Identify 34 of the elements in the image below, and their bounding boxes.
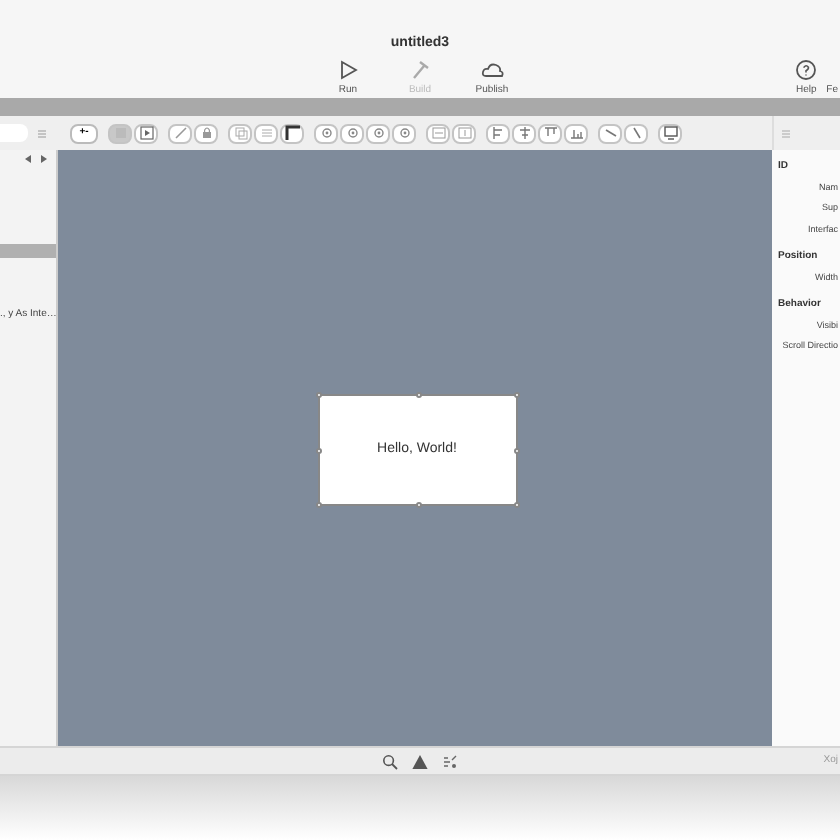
resize-handle[interactable] xyxy=(315,392,321,398)
forward-icon xyxy=(40,154,48,164)
selected-row xyxy=(0,244,56,258)
play-icon xyxy=(137,124,155,142)
menu-icon xyxy=(38,129,46,137)
resize-handle[interactable] xyxy=(415,502,421,508)
resize-handle[interactable] xyxy=(513,448,519,454)
pencil-icon xyxy=(171,124,189,142)
lock-icon xyxy=(197,124,215,142)
cloud-icon xyxy=(480,58,504,82)
search-icon xyxy=(382,753,398,769)
align-icon xyxy=(489,124,507,142)
square-icon xyxy=(111,124,129,142)
resize-handle[interactable] xyxy=(315,502,321,508)
align-icon xyxy=(541,124,559,142)
resize-handle[interactable] xyxy=(315,448,321,454)
resize-handle[interactable] xyxy=(513,502,519,508)
minus-icon xyxy=(429,124,447,142)
menu-icon xyxy=(782,129,790,137)
copy-icon xyxy=(231,124,249,142)
align-icon xyxy=(567,124,585,142)
hammer-icon xyxy=(408,58,432,82)
lines-icon xyxy=(257,124,275,142)
corner-icon xyxy=(283,124,301,142)
toolbar-button[interactable] xyxy=(280,123,304,143)
question-icon xyxy=(794,58,819,82)
monitor-icon xyxy=(661,124,679,142)
back-icon xyxy=(24,154,32,164)
resize-handle[interactable] xyxy=(415,392,421,398)
warning-icon xyxy=(412,753,428,769)
plus-icon xyxy=(455,124,473,142)
play-icon xyxy=(336,58,360,82)
resize-handle[interactable] xyxy=(513,392,519,398)
align-icon xyxy=(515,124,533,142)
